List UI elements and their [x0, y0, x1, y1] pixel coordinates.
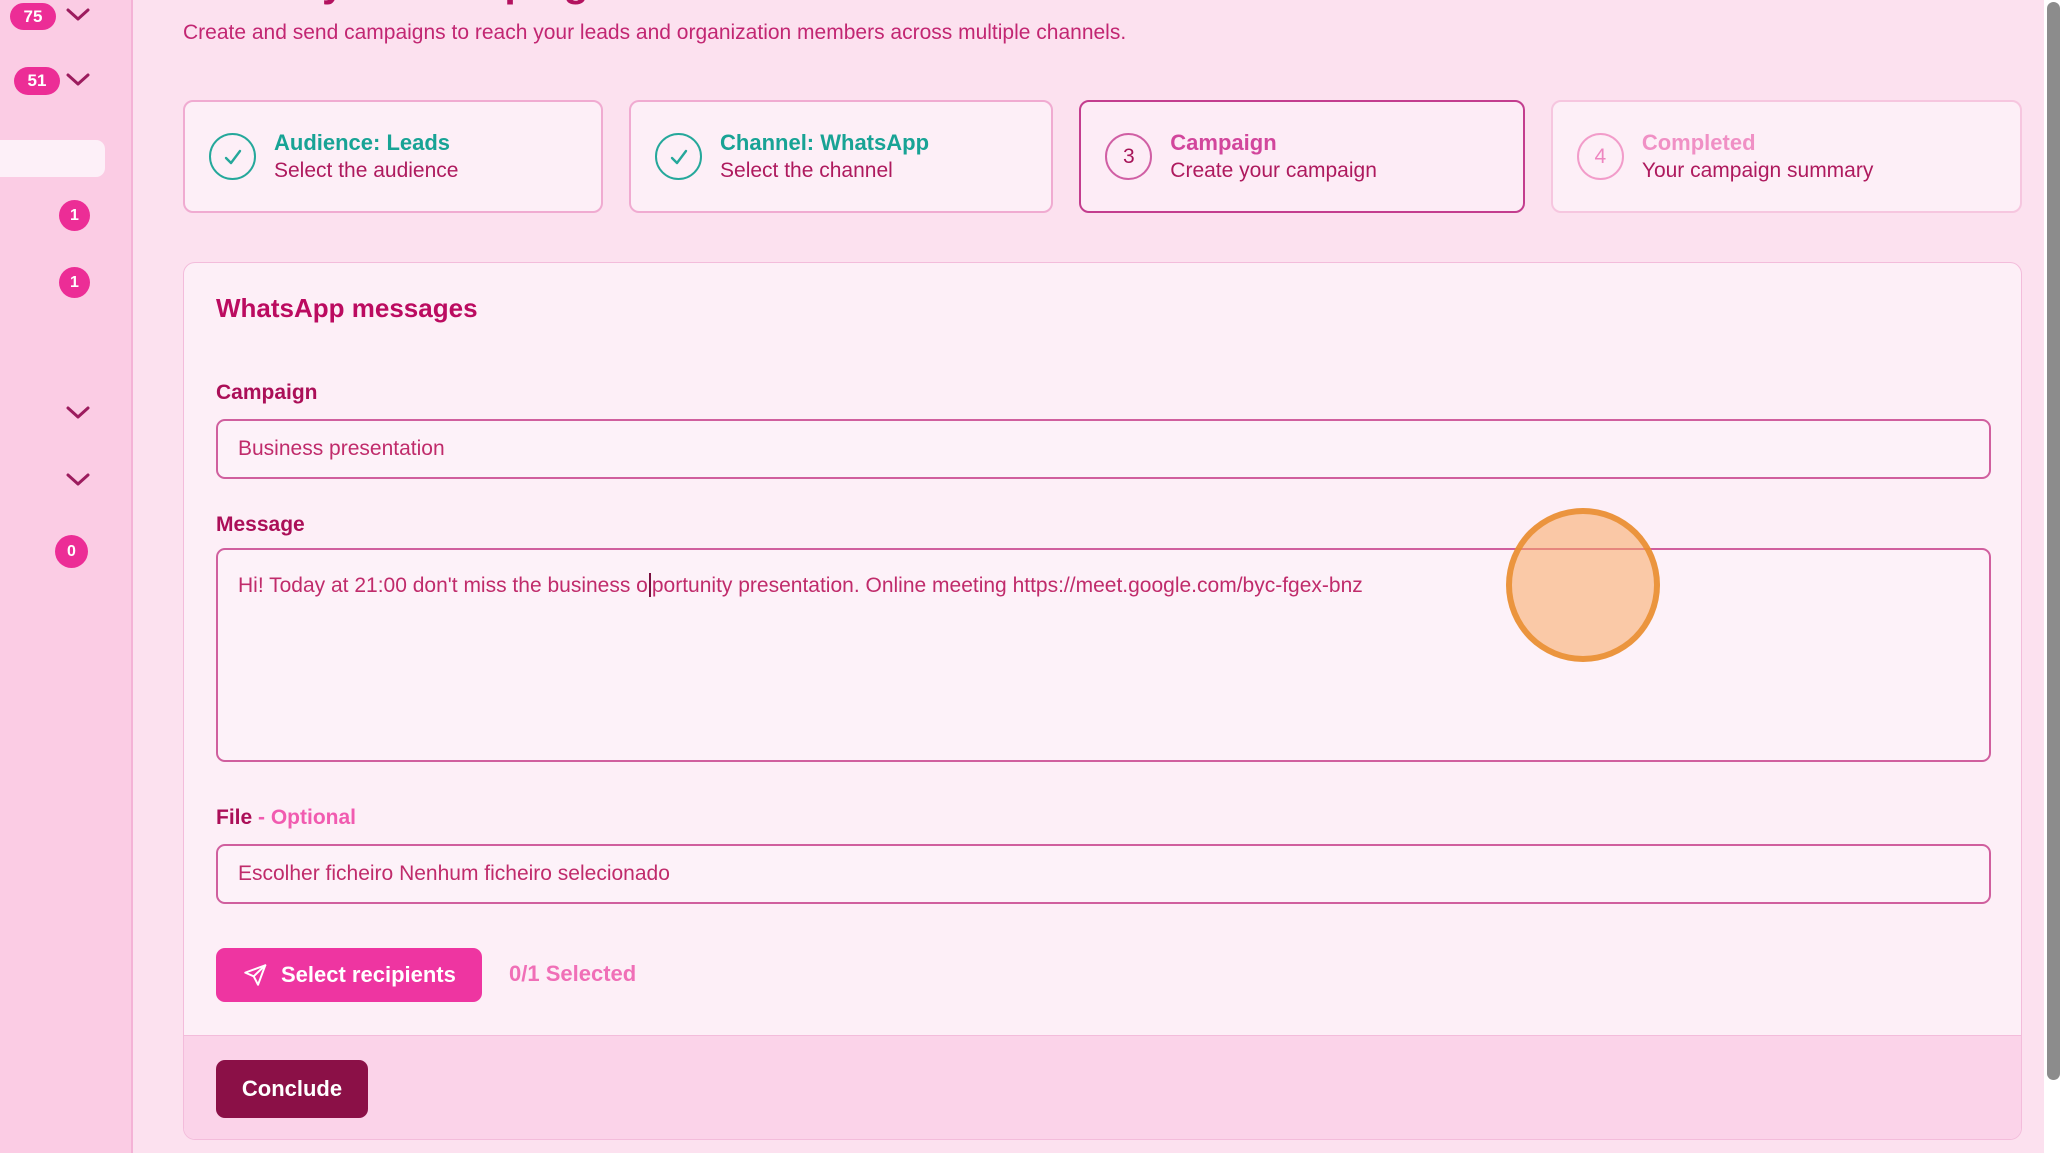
sidebar-count-badge: 1	[59, 200, 90, 231]
step-title: Campaign	[1170, 128, 1377, 157]
check-icon	[655, 133, 702, 180]
recipients-selected-count: 0/1 Selected	[509, 961, 636, 987]
campaign-name-input[interactable]	[216, 419, 1991, 479]
sidebar-count-badge-75: 75	[10, 3, 56, 30]
whatsapp-campaign-card: WhatsApp messages Campaign Message Hi! T…	[183, 262, 2022, 1140]
sidebar-selected-item[interactable]	[0, 140, 105, 177]
page-subtitle: Create and send campaigns to reach your …	[183, 21, 1126, 45]
conclude-button[interactable]: Conclude	[216, 1060, 368, 1118]
chevron-down-icon[interactable]	[65, 472, 91, 488]
scrollbar-thumb[interactable]	[2047, 2, 2060, 1080]
message-textarea[interactable]: Hi! Today at 21:00 don't miss the busine…	[216, 548, 1991, 762]
step-subtitle: Your campaign summary	[1642, 157, 1874, 185]
page-title: Create your campaigns	[183, 0, 636, 6]
message-field-label: Message	[216, 513, 305, 537]
sidebar-count-badge-51: 51	[14, 67, 60, 95]
sidebar-count-badge: 0	[55, 535, 88, 568]
campaign-stepper: Audience: Leads Select the audience Chan…	[183, 100, 2022, 213]
scrollbar-track[interactable]	[2044, 0, 2064, 1153]
step-title: Completed	[1642, 128, 1874, 157]
chevron-down-icon[interactable]	[65, 7, 91, 23]
campaign-field-label: Campaign	[216, 381, 318, 405]
campaign-page: 75 51 1 1 0 Create your campaigns Create…	[0, 0, 2064, 1153]
step-campaign[interactable]: 3 Campaign Create your campaign	[1079, 100, 1525, 213]
step-subtitle: Create your campaign	[1170, 157, 1377, 185]
step-title: Audience: Leads	[274, 128, 458, 157]
step-subtitle: Select the channel	[720, 157, 929, 185]
file-field-label: File - Optional	[216, 806, 356, 830]
chevron-down-icon[interactable]	[65, 405, 91, 421]
section-title: WhatsApp messages	[216, 293, 478, 324]
check-icon	[209, 133, 256, 180]
select-recipients-button[interactable]: Select recipients	[216, 948, 482, 1002]
step-channel[interactable]: Channel: WhatsApp Select the channel	[629, 100, 1053, 213]
step-audience[interactable]: Audience: Leads Select the audience	[183, 100, 603, 213]
card-footer: Conclude	[184, 1035, 2021, 1139]
text-caret	[649, 573, 651, 597]
send-filter-icon	[242, 962, 268, 988]
optional-hint: - Optional	[252, 806, 356, 829]
step-number-icon: 4	[1577, 133, 1624, 180]
file-picker-input[interactable]: Escolher ficheiro Nenhum ficheiro seleci…	[216, 844, 1991, 904]
sidebar: 75 51 1 1 0	[0, 0, 133, 1153]
step-completed[interactable]: 4 Completed Your campaign summary	[1551, 100, 2022, 213]
step-number-icon: 3	[1105, 133, 1152, 180]
step-title: Channel: WhatsApp	[720, 128, 929, 157]
sidebar-count-badge: 1	[59, 267, 90, 298]
step-subtitle: Select the audience	[274, 157, 458, 185]
chevron-down-icon[interactable]	[65, 72, 91, 88]
